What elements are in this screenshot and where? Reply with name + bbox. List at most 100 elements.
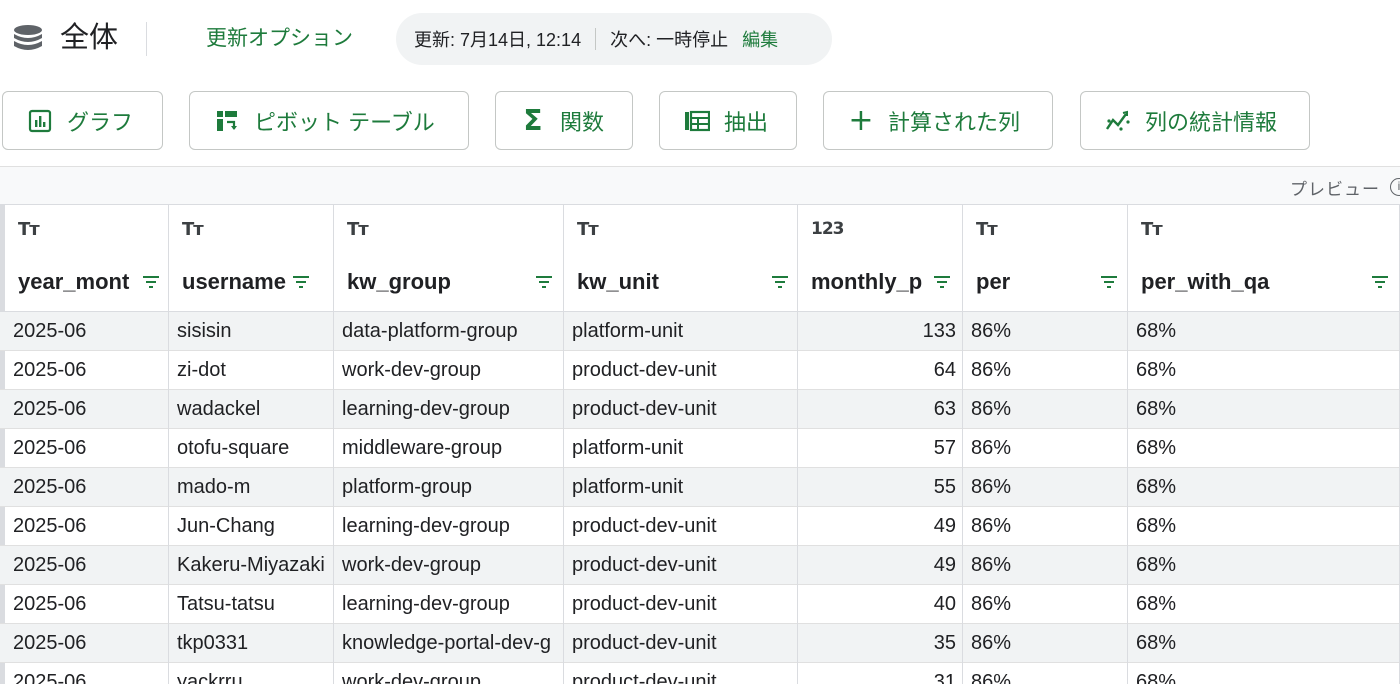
table-row[interactable]: 2025-06 mado-m platform-group platform-unit…	[0, 468, 1400, 507]
table-cell[interactable]: 64	[798, 351, 963, 390]
table-row[interactable]: 2025-06 zi-dot work-dev-group product-dev-u…	[0, 351, 1400, 390]
table-cell[interactable]: product-dev-unit	[564, 546, 798, 585]
column-header[interactable]: Tт year_mont	[5, 205, 169, 311]
table-row[interactable]: 2025-06 otofu-square middleware-group platf…	[0, 429, 1400, 468]
table-cell[interactable]: 31	[798, 663, 963, 684]
table-row[interactable]: 2025-06 Tatsu-tatsu learning-dev-group prod…	[0, 585, 1400, 624]
table-cell[interactable]: 68%	[1128, 312, 1400, 351]
edit-refresh-link[interactable]: 編集	[742, 26, 778, 52]
table-cell[interactable]: work-dev-group	[334, 663, 564, 684]
table-cell[interactable]: 63	[798, 390, 963, 429]
table-cell[interactable]: 86%	[963, 429, 1128, 468]
column-header[interactable]: Tт kw_group	[334, 205, 564, 311]
table-cell[interactable]: product-dev-unit	[564, 351, 798, 390]
table-cell[interactable]: product-dev-unit	[564, 624, 798, 663]
table-cell[interactable]: Tatsu-tatsu	[169, 585, 334, 624]
extract-button[interactable]: 抽出	[659, 91, 797, 150]
table-cell[interactable]: knowledge-portal-dev-g	[334, 624, 564, 663]
table-cell[interactable]: 2025-06	[5, 429, 169, 468]
table-cell[interactable]: 68%	[1128, 585, 1400, 624]
table-cell[interactable]: 68%	[1128, 507, 1400, 546]
table-cell[interactable]: 2025-06	[5, 312, 169, 351]
table-cell[interactable]: 2025-06	[5, 663, 169, 684]
table-cell[interactable]: 68%	[1128, 624, 1400, 663]
table-cell[interactable]: 86%	[963, 390, 1128, 429]
table-cell[interactable]: product-dev-unit	[564, 585, 798, 624]
table-cell[interactable]: product-dev-unit	[564, 663, 798, 684]
refresh-options-link[interactable]: 更新オプション	[206, 25, 353, 53]
calculated-column-button[interactable]: + 計算された列	[823, 91, 1053, 150]
table-cell[interactable]: platform-unit	[564, 312, 798, 351]
filter-icon[interactable]	[770, 273, 790, 291]
table-cell[interactable]: 2025-06	[5, 546, 169, 585]
table-cell[interactable]: 49	[798, 546, 963, 585]
table-cell[interactable]: work-dev-group	[334, 546, 564, 585]
column-header[interactable]: Tт per	[963, 205, 1128, 311]
table-row[interactable]: 2025-06 yackrru work-dev-group product-dev-…	[0, 663, 1400, 684]
table-cell[interactable]: tkp0331	[169, 624, 334, 663]
table-cell[interactable]: learning-dev-group	[334, 390, 564, 429]
column-stats-button[interactable]: 列の統計情報	[1080, 91, 1310, 150]
filter-icon[interactable]	[291, 273, 311, 291]
table-cell[interactable]: 2025-06	[5, 624, 169, 663]
table-cell[interactable]: 68%	[1128, 663, 1400, 684]
table-cell[interactable]: 49	[798, 507, 963, 546]
table-cell[interactable]: 2025-06	[5, 507, 169, 546]
table-cell[interactable]: 86%	[963, 663, 1128, 684]
table-cell[interactable]: yackrru	[169, 663, 334, 684]
table-cell[interactable]: wadackel	[169, 390, 334, 429]
info-icon[interactable]: i	[1390, 178, 1400, 196]
table-cell[interactable]: 86%	[963, 585, 1128, 624]
table-row[interactable]: 2025-06 Kakeru-Miyazaki work-dev-group prod…	[0, 546, 1400, 585]
table-cell[interactable]: otofu-square	[169, 429, 334, 468]
filter-icon[interactable]	[141, 273, 161, 291]
filter-icon[interactable]	[1370, 273, 1390, 291]
table-row[interactable]: 2025-06 tkp0331 knowledge-portal-dev-g prod…	[0, 624, 1400, 663]
table-cell[interactable]: 2025-06	[5, 390, 169, 429]
table-cell[interactable]: product-dev-unit	[564, 507, 798, 546]
table-cell[interactable]: Jun-Chang	[169, 507, 334, 546]
table-cell[interactable]: 2025-06	[5, 468, 169, 507]
table-cell[interactable]: 133	[798, 312, 963, 351]
table-cell[interactable]: 68%	[1128, 390, 1400, 429]
table-cell[interactable]: 68%	[1128, 546, 1400, 585]
table-cell[interactable]: 68%	[1128, 429, 1400, 468]
table-cell[interactable]: data-platform-group	[334, 312, 564, 351]
column-header[interactable]: Tт username	[169, 205, 334, 311]
table-cell[interactable]: platform-group	[334, 468, 564, 507]
function-button[interactable]: Σ 関数	[495, 91, 633, 150]
table-cell[interactable]: 86%	[963, 312, 1128, 351]
table-row[interactable]: 2025-06 sisisin data-platform-group platfor…	[0, 312, 1400, 351]
table-cell[interactable]: 86%	[963, 468, 1128, 507]
table-cell[interactable]: 68%	[1128, 351, 1400, 390]
column-header[interactable]: 123 monthly_p	[798, 205, 963, 311]
column-header[interactable]: Tт kw_unit	[564, 205, 798, 311]
table-cell[interactable]: 86%	[963, 351, 1128, 390]
table-cell[interactable]: 40	[798, 585, 963, 624]
table-cell[interactable]: sisisin	[169, 312, 334, 351]
table-row[interactable]: 2025-06 Jun-Chang learning-dev-group produc…	[0, 507, 1400, 546]
table-cell[interactable]: middleware-group	[334, 429, 564, 468]
table-cell[interactable]: platform-unit	[564, 429, 798, 468]
pivot-table-button[interactable]: ピボット テーブル	[189, 91, 469, 150]
chart-button[interactable]: グラフ	[2, 91, 163, 150]
table-cell[interactable]: 86%	[963, 507, 1128, 546]
filter-icon[interactable]	[932, 273, 952, 291]
table-cell[interactable]: work-dev-group	[334, 351, 564, 390]
table-cell[interactable]: 57	[798, 429, 963, 468]
table-row[interactable]: 2025-06 wadackel learning-dev-group product…	[0, 390, 1400, 429]
table-cell[interactable]: platform-unit	[564, 468, 798, 507]
table-cell[interactable]: mado-m	[169, 468, 334, 507]
table-cell[interactable]: learning-dev-group	[334, 507, 564, 546]
filter-icon[interactable]	[1099, 273, 1119, 291]
table-cell[interactable]: product-dev-unit	[564, 390, 798, 429]
table-cell[interactable]: Kakeru-Miyazaki	[169, 546, 334, 585]
table-cell[interactable]: zi-dot	[169, 351, 334, 390]
table-cell[interactable]: 86%	[963, 624, 1128, 663]
table-cell[interactable]: 2025-06	[5, 585, 169, 624]
table-cell[interactable]: 35	[798, 624, 963, 663]
table-cell[interactable]: 55	[798, 468, 963, 507]
table-cell[interactable]: 86%	[963, 546, 1128, 585]
column-header[interactable]: Tт per_with_qa	[1128, 205, 1400, 311]
filter-icon[interactable]	[534, 273, 554, 291]
